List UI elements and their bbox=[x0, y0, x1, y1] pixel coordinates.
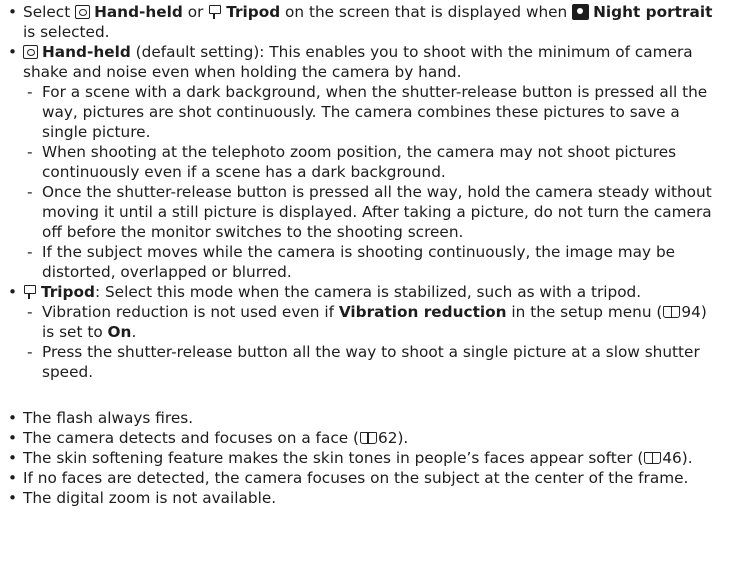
sub-item-vibration: Vibration reduction is not used even if … bbox=[6, 302, 721, 342]
bullet-skin-softening: The skin softening feature makes the ski… bbox=[6, 448, 721, 468]
p1-text-1: Select bbox=[23, 3, 76, 21]
night-portrait-icon bbox=[572, 4, 590, 20]
skin-text-2: ). bbox=[681, 449, 693, 467]
hand-held-icon bbox=[75, 5, 91, 19]
p1-text-5: on the screen that is displayed when bbox=[280, 3, 573, 21]
vibration-reduction-term: Vibration reduction bbox=[338, 303, 507, 321]
bullet-hand-held: Hand-held (default setting): This enable… bbox=[6, 42, 721, 82]
hand-held-icon bbox=[23, 45, 38, 59]
face-text-1: The camera detects and focuses on a face… bbox=[23, 429, 359, 447]
p1-text-3: or bbox=[182, 3, 209, 21]
book-reference-icon bbox=[663, 306, 681, 318]
tripod-icon bbox=[208, 5, 222, 19]
sub-item: When shooting at the telephoto zoom posi… bbox=[6, 142, 721, 182]
book-reference-icon bbox=[359, 432, 377, 444]
bullet-select-mode: Select Hand-held or Tripod on the screen… bbox=[6, 2, 721, 42]
p1-hand-held: Hand-held bbox=[94, 3, 183, 21]
sub-text-1: Vibration reduction is not used even if bbox=[42, 303, 339, 321]
p1-text-7: is selected. bbox=[23, 23, 110, 41]
face-text-2: ). bbox=[397, 429, 409, 447]
book-reference-icon bbox=[644, 452, 662, 464]
page-ref: 62 bbox=[377, 429, 398, 447]
sub-text-6: . bbox=[131, 323, 137, 341]
p2-hand-held: Hand-held bbox=[42, 43, 131, 61]
p3-tripod: Tripod bbox=[41, 283, 95, 301]
p1-night-portrait: Night portrait bbox=[593, 3, 713, 21]
sub-item: If the subject moves while the camera is… bbox=[6, 242, 721, 282]
sub-item: For a scene with a dark background, when… bbox=[6, 82, 721, 142]
on-setting: On bbox=[107, 323, 132, 341]
bullet-digital-zoom: The digital zoom is not available. bbox=[6, 488, 721, 508]
bullet-tripod: Tripod: Select this mode when the camera… bbox=[6, 282, 721, 302]
tripod-icon bbox=[23, 285, 37, 299]
bullet-face-detect: The camera detects and focuses on a face… bbox=[6, 428, 721, 448]
sub-item: Once the shutter-release button is press… bbox=[6, 182, 721, 242]
sub-item: Press the shutter-release button all the… bbox=[6, 342, 721, 382]
p3-description: : Select this mode when the camera is st… bbox=[94, 283, 642, 301]
skin-text-1: The skin softening feature makes the ski… bbox=[23, 449, 644, 467]
page-ref: 94 bbox=[681, 303, 701, 321]
bullet-flash: The flash always fires. bbox=[6, 408, 721, 428]
manual-page: Select Hand-held or Tripod on the screen… bbox=[0, 0, 729, 570]
page-ref: 46 bbox=[662, 449, 682, 467]
bullet-no-faces: If no faces are detected, the camera foc… bbox=[6, 468, 721, 488]
p1-tripod: Tripod bbox=[226, 3, 281, 21]
sub-text-3: in the setup menu ( bbox=[506, 303, 663, 321]
